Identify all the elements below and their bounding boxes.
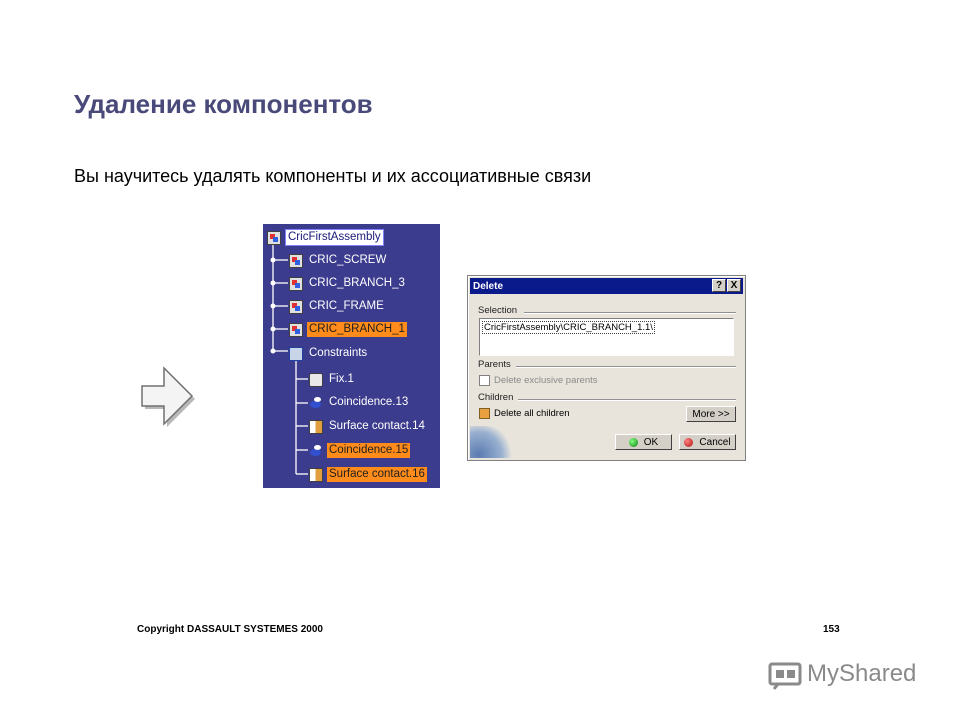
part-icon	[289, 276, 303, 291]
constraints-icon	[289, 346, 303, 361]
tree-node-product-selected[interactable]: CRIC_BRANCH_1	[289, 321, 407, 338]
tree-node-label: CRIC_SCREW	[309, 254, 387, 266]
ok-icon	[628, 437, 638, 447]
specification-tree: CricFirstAssembly CRIC_SCREW CRIC_BRANCH…	[263, 224, 440, 488]
tree-node-label: CRIC_FRAME	[309, 300, 384, 312]
fix-constraint-icon	[309, 372, 323, 387]
tree-node-product[interactable]: CRIC_FRAME	[289, 298, 386, 315]
surface-contact-icon	[309, 467, 323, 482]
tree-node-label: Surface contact.16	[327, 467, 427, 482]
tree-node-product[interactable]: CRIC_SCREW	[289, 252, 388, 269]
slide-subtitle: Вы научитесь удалять компоненты и их асс…	[74, 166, 592, 186]
children-label: Children	[478, 392, 514, 403]
tree-node-label: CricFirstAssembly	[285, 229, 384, 246]
tree-node-product[interactable]: CRIC_BRANCH_3	[289, 275, 407, 292]
part-icon	[289, 299, 303, 314]
more-button[interactable]: More >>	[686, 406, 736, 422]
delete-dialog: Delete ? X Selection CricFirstAssembly\C…	[467, 275, 746, 461]
checkbox-label: Delete all children	[494, 408, 570, 419]
help-button[interactable]: ?	[712, 279, 726, 292]
cancel-button-label: Cancel	[699, 436, 731, 448]
coincidence-constraint-icon	[309, 444, 323, 458]
ok-button[interactable]: OK	[615, 434, 672, 450]
tree-node-label: Coincidence.15	[327, 443, 411, 458]
tree-node-constraint-selected[interactable]: Surface contact.16	[309, 466, 427, 483]
delete-exclusive-parents-checkbox[interactable]: Delete exclusive parents	[479, 375, 598, 386]
group-divider	[516, 366, 736, 367]
product-icon	[267, 230, 281, 245]
dialog-title: Delete	[473, 280, 504, 292]
coincidence-constraint-icon	[309, 396, 323, 410]
tree-node-constraint-selected[interactable]: Coincidence.15	[309, 442, 411, 459]
parents-label: Parents	[478, 359, 511, 370]
tree-node-constraint[interactable]: Coincidence.13	[309, 394, 410, 411]
tree-node-label: Constraints	[309, 347, 368, 359]
group-divider	[524, 312, 736, 313]
brand-name: MyShared	[807, 660, 917, 687]
dialog-titlebar[interactable]: Delete ? X	[470, 278, 743, 294]
surface-contact-icon	[309, 419, 323, 434]
globe-decoration	[470, 426, 514, 458]
checkbox-box[interactable]	[479, 408, 490, 419]
tree-node-label: CRIC_BRANCH_3	[309, 277, 405, 289]
tree-node-constraint[interactable]: Surface contact.14	[309, 418, 427, 435]
cancel-button[interactable]: Cancel	[679, 434, 736, 450]
tree-node-label: CRIC_BRANCH_1	[307, 322, 407, 337]
selection-item[interactable]: CricFirstAssembly\CRIC_BRANCH_1.1\	[482, 321, 655, 334]
delete-all-children-checkbox[interactable]: Delete all children	[479, 408, 570, 419]
tree-node-root[interactable]: CricFirstAssembly	[267, 229, 384, 246]
part-icon	[289, 253, 303, 268]
checkbox-box[interactable]	[479, 375, 490, 386]
page-number: 153	[823, 624, 840, 635]
group-divider	[518, 399, 736, 400]
tree-node-constraint[interactable]: Fix.1	[309, 371, 356, 388]
ok-button-label: OK	[643, 436, 659, 448]
close-button[interactable]: X	[727, 279, 741, 292]
brand-logo-icon	[768, 662, 802, 690]
tree-node-constraints[interactable]: Constraints	[289, 345, 369, 362]
tree-node-label: Fix.1	[329, 373, 354, 385]
selection-label: Selection	[478, 305, 518, 316]
copyright-notice: Copyright DASSAULT SYSTEMES 2000	[137, 624, 323, 635]
cancel-icon	[684, 437, 694, 447]
slide-title: Удаление компонентов	[74, 89, 373, 119]
checkbox-label: Delete exclusive parents	[494, 375, 598, 386]
tree-node-label: Surface contact.14	[329, 420, 425, 432]
right-arrow-icon	[141, 366, 195, 427]
tree-node-label: Coincidence.13	[329, 396, 409, 408]
selection-list[interactable]: CricFirstAssembly\CRIC_BRANCH_1.1\	[479, 318, 734, 356]
part-icon	[289, 322, 303, 337]
brand-watermark: MyShared	[768, 658, 916, 690]
